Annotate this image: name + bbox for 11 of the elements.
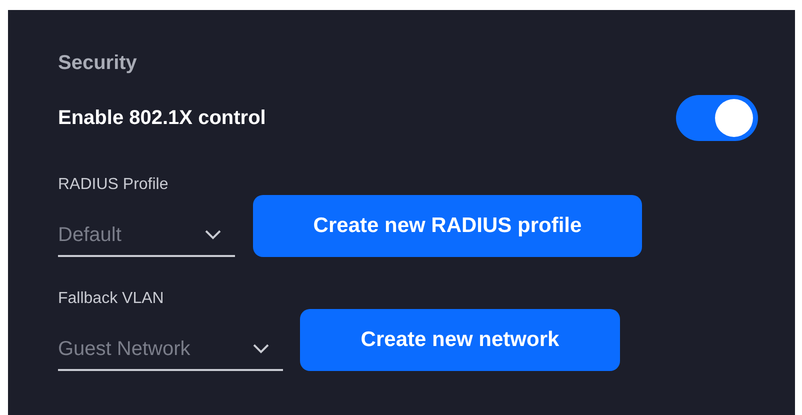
field-label: RADIUS Profile xyxy=(58,175,170,195)
create-button[interactable]: Create new network xyxy=(300,309,620,371)
create-button[interactable]: Create new RADIUS profile xyxy=(253,195,642,257)
dropdown[interactable]: Guest Network xyxy=(58,329,283,371)
chevron-down-icon xyxy=(205,230,221,240)
chevron-down-icon xyxy=(253,344,269,354)
toggle-label: Enable 802.1X control xyxy=(58,106,266,131)
dropdown[interactable]: Default xyxy=(58,215,235,257)
toggle-switch[interactable] xyxy=(676,95,758,141)
section-title: Security xyxy=(58,51,138,76)
field-label: Fallback VLAN xyxy=(58,289,165,309)
